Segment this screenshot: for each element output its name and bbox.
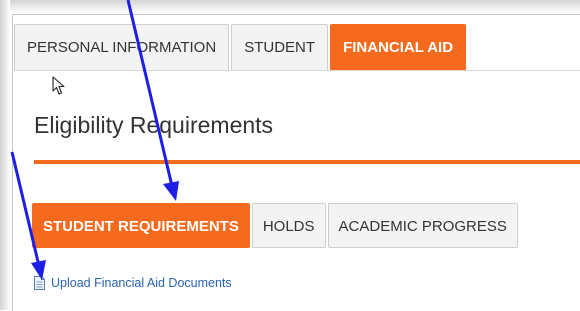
upload-documents-link[interactable]: Upload Financial Aid Documents xyxy=(34,276,232,290)
tab-student-label: STUDENT xyxy=(244,39,316,56)
tab-personal-information-label: PERSONAL INFORMATION xyxy=(27,39,217,56)
tab-financial-aid-label: FINANCIAL AID xyxy=(343,39,454,56)
tab-academic-progress-label: ACADEMIC PROGRESS xyxy=(338,218,507,235)
heading-underline xyxy=(34,160,580,164)
tab-personal-information[interactable]: PERSONAL INFORMATION xyxy=(14,24,230,70)
tab-holds[interactable]: HOLDS xyxy=(251,203,326,248)
tab-academic-progress[interactable]: ACADEMIC PROGRESS xyxy=(327,203,518,248)
main-tab-bar: PERSONAL INFORMATION STUDENT FINANCIAL A… xyxy=(14,24,468,70)
document-icon xyxy=(34,276,45,290)
mouse-pointer-icon xyxy=(52,76,66,101)
tab-financial-aid[interactable]: FINANCIAL AID xyxy=(330,24,467,70)
tab-student-requirements-label: STUDENT REQUIREMENTS xyxy=(43,218,239,235)
tab-student-requirements[interactable]: STUDENT REQUIREMENTS xyxy=(32,203,250,248)
section-heading: Eligibility Requirements xyxy=(34,112,274,138)
tab-bar-divider xyxy=(14,70,580,71)
tab-student[interactable]: STUDENT xyxy=(231,24,329,70)
sub-tab-bar: STUDENT REQUIREMENTS HOLDS ACADEMIC PROG… xyxy=(32,203,520,248)
screenshot-shadow-top xyxy=(0,0,580,14)
screenshot-shadow-left xyxy=(0,0,10,310)
tab-holds-label: HOLDS xyxy=(262,218,315,235)
financial-aid-screen: PERSONAL INFORMATION STUDENT FINANCIAL A… xyxy=(0,0,580,311)
upload-documents-label: Upload Financial Aid Documents xyxy=(51,276,232,290)
